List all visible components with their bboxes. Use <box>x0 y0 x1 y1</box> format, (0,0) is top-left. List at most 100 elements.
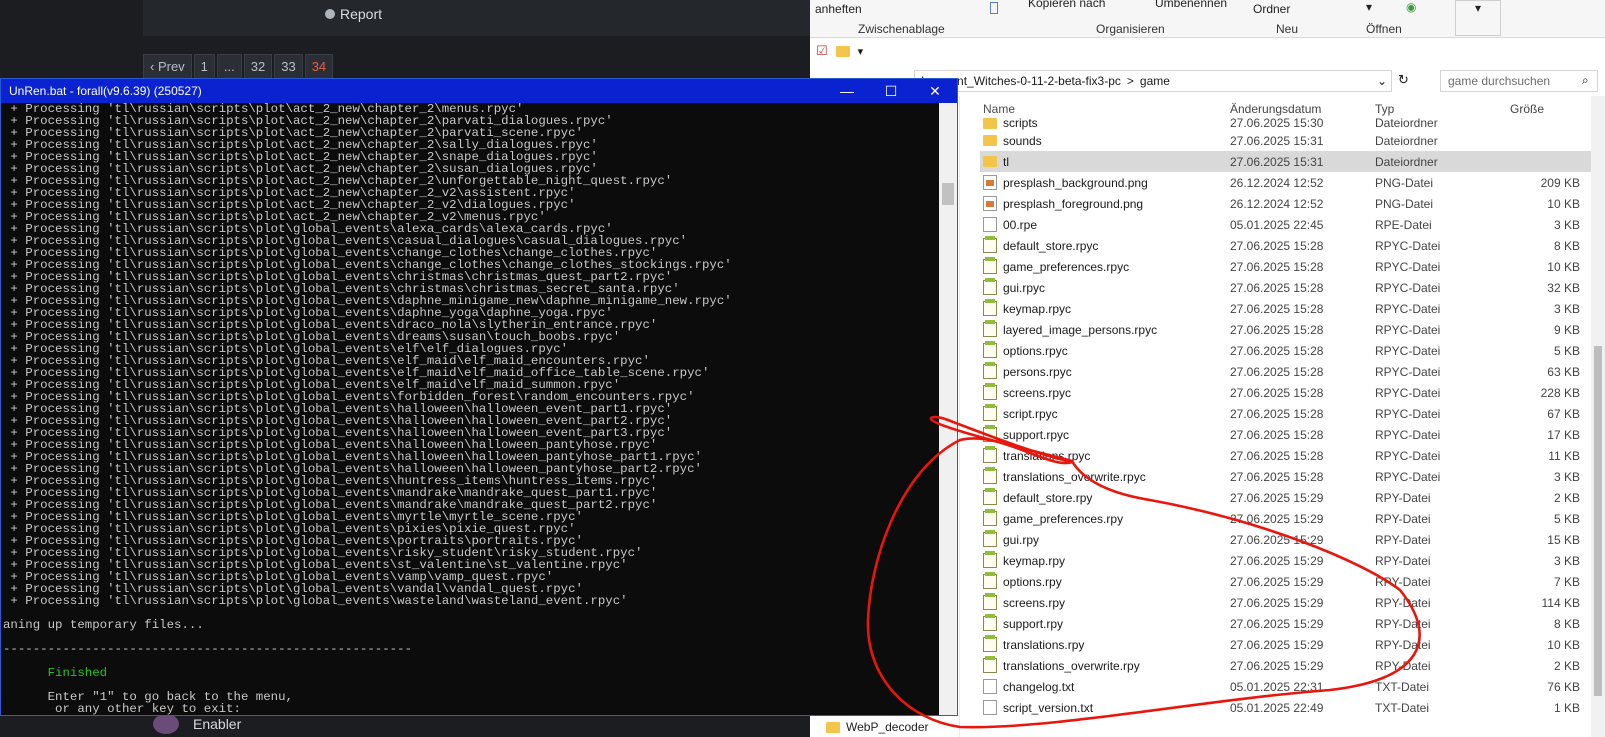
file-row[interactable]: tl 27.06.2025 15:31 Dateiordner <box>980 151 1592 172</box>
address-segment[interactable]: game <box>1140 74 1170 88</box>
chevron-down-icon[interactable]: ▾ <box>1366 0 1372 14</box>
file-row[interactable]: sounds 27.06.2025 15:31 Dateiordner <box>980 130 1592 151</box>
file-size: 10 KB <box>1547 196 1580 211</box>
scroll-thumb[interactable] <box>1594 346 1602 696</box>
checklist-icon[interactable]: ☑ <box>816 43 828 59</box>
file-row[interactable]: 00.rpe 05.01.2025 22:45 RPE-Datei 3 KB <box>980 214 1592 235</box>
file-row[interactable]: presplash_background.png 26.12.2024 12:52… <box>980 172 1592 193</box>
ribbon-ordner[interactable]: Ordner <box>1253 2 1290 16</box>
address-bar[interactable]: Innocent_Witches-0-11-2-beta-fix3-pc > g… <box>914 70 1392 92</box>
paste-icon[interactable] <box>990 2 998 14</box>
minimize-button[interactable]: — <box>825 79 869 103</box>
nav-item-webp[interactable]: WebP_decoder <box>826 720 929 734</box>
folder-icon[interactable] <box>835 45 850 57</box>
file-row[interactable]: script.rpyc 27.06.2025 15:28 RPYC-Datei 67 … <box>980 403 1592 424</box>
file-name-text: persons.rpyc <box>1003 364 1072 379</box>
image-file-icon <box>983 196 997 211</box>
script-file-icon <box>983 488 997 505</box>
console-output[interactable]: + Processing 'tl\russian\scripts\plot\ac… <box>1 103 941 715</box>
file-row[interactable]: translations_overwrite.rpyc 27.06.2025 15… <box>980 466 1592 487</box>
file-size: 63 KB <box>1547 364 1580 379</box>
file-date: 27.06.2025 15:29 <box>1230 532 1324 547</box>
file-row[interactable]: translations_overwrite.rpy 27.06.2025 15:… <box>980 655 1592 676</box>
customize-icon[interactable]: ▾ <box>858 45 864 58</box>
file-row[interactable]: changelog.txt 05.01.2025 22:31 TXT-Datei 76… <box>980 676 1592 697</box>
file-date: 05.01.2025 22:45 <box>1230 217 1324 232</box>
file-size: 114 KB <box>1541 595 1580 610</box>
file-type: RPYC-Datei <box>1375 364 1441 379</box>
file-row[interactable]: options.rpy 27.06.2025 15:29 RPY-Datei 7 KB <box>980 571 1592 592</box>
console-scrollbar[interactable] <box>939 103 957 715</box>
chevron-down-icon[interactable]: ⌄ <box>1377 74 1387 88</box>
console-titlebar[interactable]: UnRen.bat - forall(v9.6.39) (250527) — ☐… <box>1 79 957 103</box>
file-row[interactable]: translations.rpy 27.06.2025 15:29 RPY-Date… <box>980 634 1592 655</box>
file-row[interactable]: game_preferences.rpyc 27.06.2025 15:28 RPY… <box>980 256 1592 277</box>
document-icon <box>983 217 997 232</box>
file-row[interactable]: gui.rpyc 27.06.2025 15:28 RPYC-Datei 32 KB <box>980 277 1592 298</box>
user-badge[interactable]: Enabler <box>153 714 241 734</box>
file-type: RPYC-Datei <box>1375 259 1441 274</box>
file-row[interactable]: screens.rpy 27.06.2025 15:29 RPY-Datei 114 … <box>980 592 1592 613</box>
file-type: RPY-Datei <box>1375 658 1431 673</box>
file-row[interactable]: screens.rpyc 27.06.2025 15:28 RPYC-Datei 22… <box>980 382 1592 403</box>
file-row[interactable]: default_store.rpy 27.06.2025 15:29 RPY-Dat… <box>980 487 1592 508</box>
file-row[interactable]: keymap.rpyc 27.06.2025 15:28 RPYC-Datei 3 K… <box>980 298 1592 319</box>
script-file-icon <box>983 551 997 568</box>
file-row[interactable]: options.rpyc 27.06.2025 15:28 RPYC-Datei 5 … <box>980 340 1592 361</box>
file-name-text: gui.rpy <box>1003 532 1040 547</box>
file-row[interactable]: default_store.rpyc 27.06.2025 15:28 RPYC-D… <box>980 235 1592 256</box>
file-date: 27.06.2025 15:28 <box>1230 385 1324 400</box>
history-icon[interactable]: ◉ <box>1406 0 1416 14</box>
pager-page[interactable]: 33 <box>274 54 303 80</box>
maximize-button[interactable]: ☐ <box>869 79 913 103</box>
file-name: changelog.txt <box>980 679 1230 694</box>
file-type: RPY-Datei <box>1375 553 1431 568</box>
file-name-text: support.rpyc <box>1003 427 1070 442</box>
file-name: tl <box>980 155 1230 169</box>
close-button[interactable]: ✕ <box>913 79 957 103</box>
file-row[interactable]: script_version.txt 05.01.2025 22:49 TXT-Da… <box>980 697 1592 718</box>
refresh-icon[interactable]: ↻ <box>1398 72 1409 88</box>
file-name-text: translations_overwrite.rpyc <box>1003 469 1146 484</box>
file-row[interactable]: keymap.rpy 27.06.2025 15:29 RPY-Datei 3 KB <box>980 550 1592 571</box>
file-name: support.rpy <box>980 614 1230 631</box>
pager-ellipsis[interactable]: ... <box>216 54 242 80</box>
file-name: script_version.txt <box>980 700 1230 715</box>
file-name: default_store.rpy <box>980 488 1230 505</box>
file-size: 8 KB <box>1553 616 1580 631</box>
file-size: 9 KB <box>1553 322 1580 337</box>
ribbon-umbenennen[interactable]: Umbenennen <box>1155 0 1227 10</box>
select-dropdown[interactable]: ▾ <box>1455 0 1501 36</box>
console-line: ----------------------------------------… <box>3 642 412 656</box>
file-type: RPY-Datei <box>1375 574 1431 589</box>
pager-current[interactable]: 34 <box>304 54 334 80</box>
file-date: 27.06.2025 15:29 <box>1230 595 1324 610</box>
file-row[interactable]: presplash_foreground.png 26.12.2024 12:52… <box>980 193 1592 214</box>
pager-page[interactable]: 1 <box>193 54 215 80</box>
file-date: 27.06.2025 15:28 <box>1230 343 1324 358</box>
file-name-text: options.rpy <box>1003 574 1062 589</box>
scroll-thumb[interactable] <box>942 183 954 205</box>
file-name-text: translations.rpy <box>1003 637 1085 652</box>
file-name-text: screens.rpy <box>1003 595 1066 610</box>
console-window[interactable]: UnRen.bat - forall(v9.6.39) (250527) — ☐… <box>0 78 958 716</box>
quick-access-toolbar: ☑ ▾ <box>810 38 1605 64</box>
script-file-icon <box>983 236 997 253</box>
pager-prev[interactable]: ‹ Prev <box>143 54 192 80</box>
search-input[interactable]: game durchsuchen <box>1440 70 1598 92</box>
file-row-partial[interactable]: scripts 27.06.2025 15:30 Dateiordner <box>980 118 1592 130</box>
file-size: 5 KB <box>1553 343 1580 358</box>
ribbon-kopieren-nach[interactable]: Kopieren nach <box>1028 0 1105 10</box>
file-row[interactable]: support.rpyc 27.06.2025 15:28 RPYC-Datei 17… <box>980 424 1592 445</box>
pager-page[interactable]: 32 <box>243 54 273 80</box>
file-row[interactable]: gui.rpy 27.06.2025 15:29 RPY-Datei 15 KB <box>980 529 1592 550</box>
file-row[interactable]: game_preferences.rpy 27.06.2025 15:29 RPY-… <box>980 508 1592 529</box>
file-row[interactable]: layered_image_persons.rpyc 27.06.2025 15:… <box>980 319 1592 340</box>
report-button[interactable]: Report <box>325 6 382 22</box>
explorer-scrollbar[interactable] <box>1591 96 1605 737</box>
ribbon-anheften[interactable]: anheften <box>815 2 862 16</box>
forum-topbar <box>143 0 810 36</box>
file-row[interactable]: support.rpy 27.06.2025 15:29 RPY-Datei 8 KB <box>980 613 1592 634</box>
file-row[interactable]: translations.rpyc 27.06.2025 15:28 RPYC-Da… <box>980 445 1592 466</box>
file-row[interactable]: persons.rpyc 27.06.2025 15:28 RPYC-Datei 63… <box>980 361 1592 382</box>
